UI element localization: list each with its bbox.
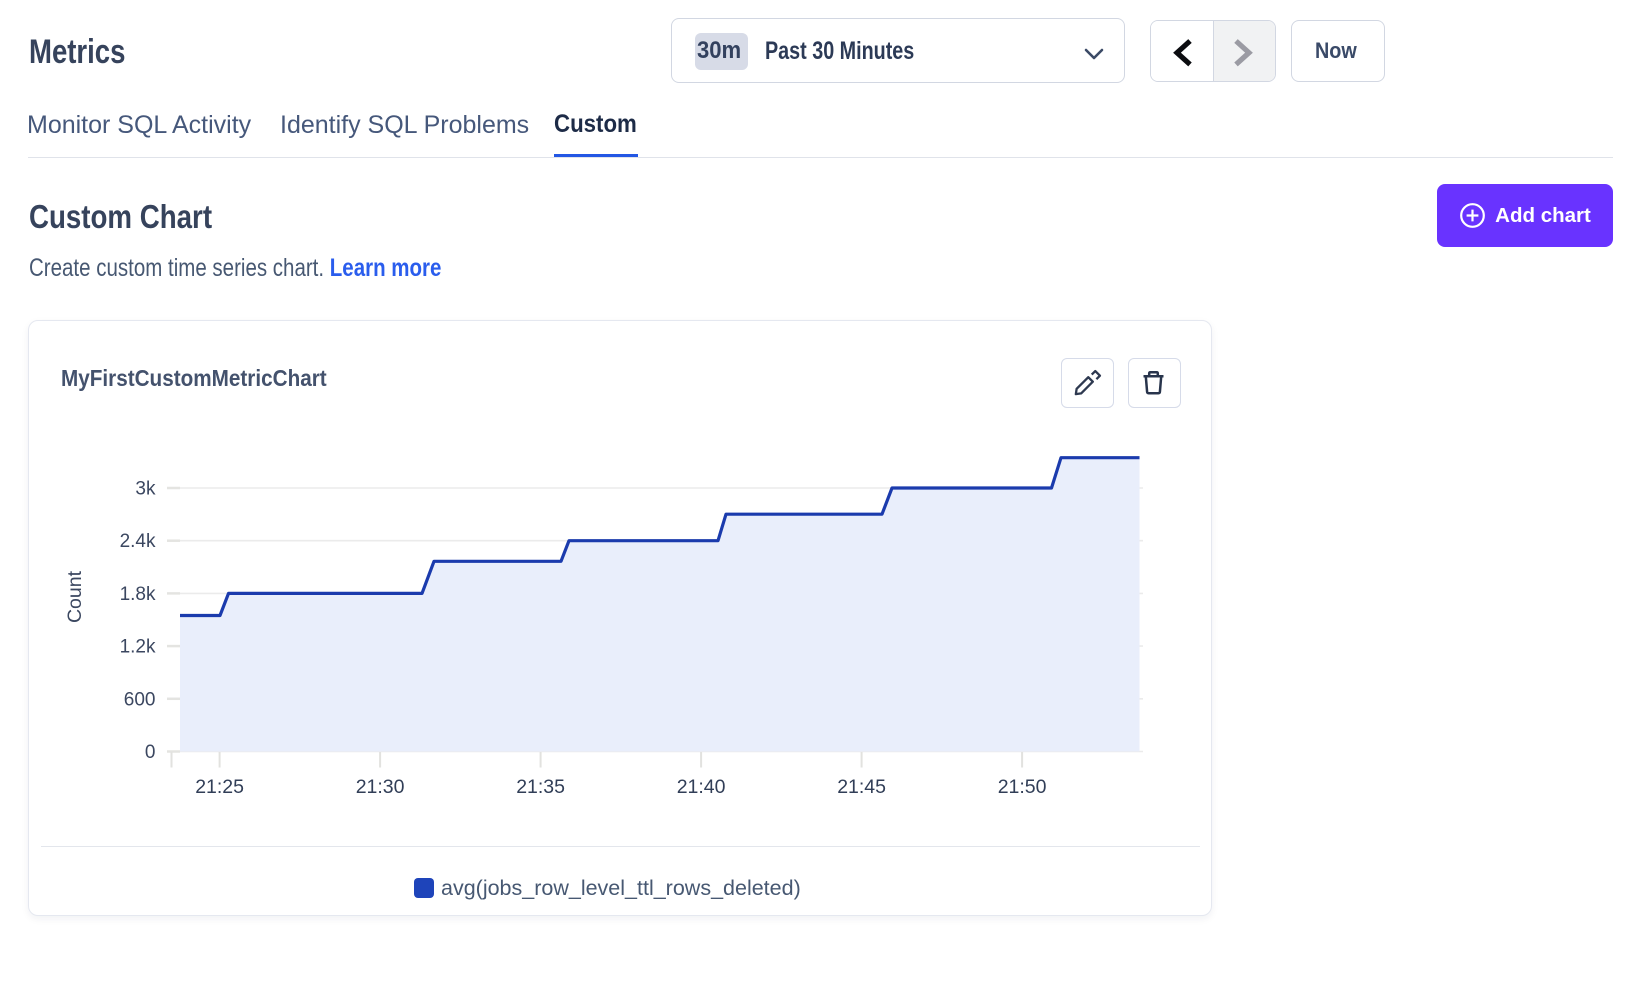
- svg-text:1.2k: 1.2k: [120, 637, 156, 658]
- svg-text:2.4k: 2.4k: [120, 531, 156, 552]
- svg-text:3k: 3k: [135, 479, 156, 500]
- svg-text:600: 600: [124, 689, 156, 710]
- svg-text:21:25: 21:25: [195, 776, 244, 798]
- svg-text:21:30: 21:30: [356, 776, 405, 798]
- svg-text:1.8k: 1.8k: [120, 584, 156, 605]
- svg-text:21:35: 21:35: [516, 776, 565, 798]
- svg-text:0: 0: [145, 742, 156, 763]
- svg-text:21:40: 21:40: [677, 776, 726, 798]
- svg-text:Count: Count: [64, 570, 86, 623]
- svg-text:21:50: 21:50: [998, 776, 1047, 798]
- svg-text:21:45: 21:45: [837, 776, 886, 798]
